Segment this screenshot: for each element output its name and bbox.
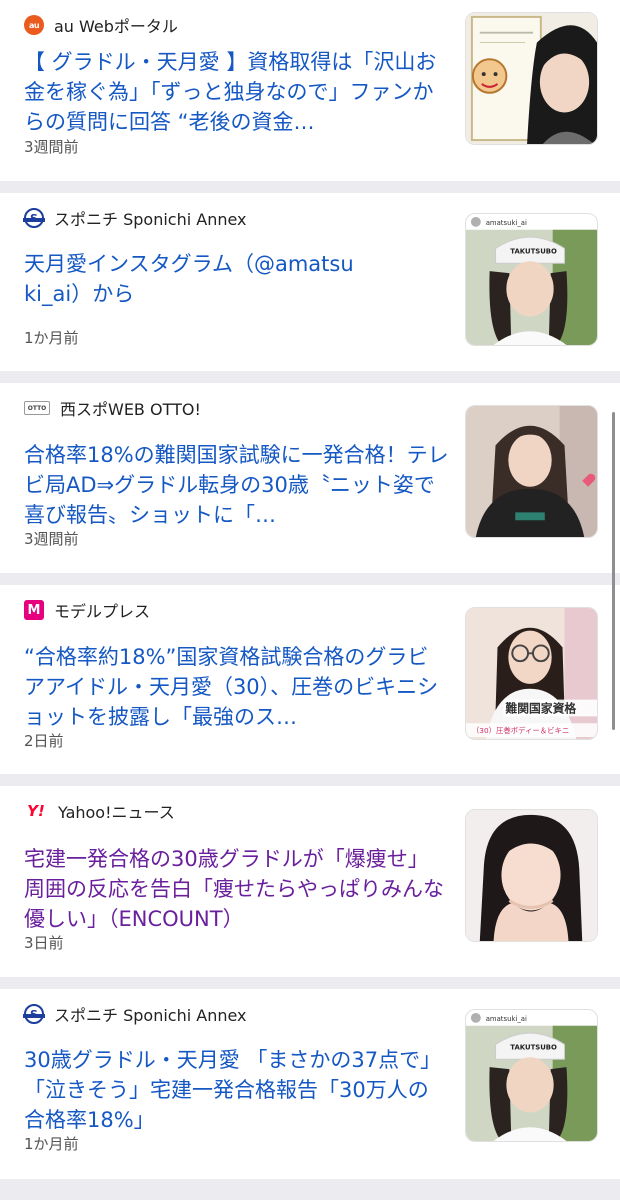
article-source[interactable]: OTTO 西スポWEB OTTO! <box>24 397 201 419</box>
source-name: au Webポータル <box>54 17 178 36</box>
article-source[interactable]: au au Webポータル <box>24 14 178 36</box>
yahoo-icon: Y! <box>27 802 45 820</box>
article-headline[interactable]: “合格率約18%”国家資格試験合格のグラビアアイドル・天月愛（30）、圧巻のビキ… <box>24 642 449 732</box>
scrollbar[interactable] <box>612 412 615 730</box>
source-name: モデルプレス <box>54 602 151 621</box>
article-thumbnail[interactable] <box>465 405 598 538</box>
news-card[interactable]: M モデルプレス “合格率約18%”国家資格試験合格のグラビアアイドル・天月愛（… <box>0 585 620 774</box>
news-card[interactable]: S スポニチ Sponichi Annex 30歳グラドル・天月愛 「まさかの3… <box>0 989 620 1179</box>
news-card[interactable]: Y! Yahoo!ニュース 宅建一発合格の30歳グラドルが「爆痩せ」 周囲の反応… <box>0 786 620 977</box>
source-name: Yahoo!ニュース <box>58 803 175 822</box>
article-source[interactable]: S スポニチ Sponichi Annex <box>23 1003 247 1025</box>
article-time: 3週間前 <box>24 138 79 156</box>
source-name: スポニチ Sponichi Annex <box>54 210 247 229</box>
article-thumbnail[interactable]: amatsuki_ai TAKUTSUBO <box>465 213 598 346</box>
article-thumbnail[interactable]: 難関国家資格 （30）圧巻ボディー＆ビキニ <box>465 607 598 740</box>
cap-text: TAKUTSUBO <box>510 1043 557 1051</box>
article-time: 3日前 <box>24 934 64 952</box>
overlay-caption-small: （30）圧巻ボディー＆ビキニ <box>472 726 569 735</box>
article-time: 2日前 <box>24 732 64 750</box>
news-card[interactable]: OTTO 西スポWEB OTTO! 合格率18%の難関国家試験に一発合格！テレビ… <box>0 383 620 573</box>
article-headline[interactable]: 30歳グラドル・天月愛 「まさかの37点で」「泣きそう」宅建一発合格報告「30万… <box>24 1045 449 1135</box>
hands-on-cheeks-portrait-image <box>466 810 597 941</box>
au-web-portal-icon: au <box>24 15 44 35</box>
source-name: 西スポWEB OTTO! <box>60 400 201 419</box>
news-card[interactable]: au au Webポータル 【 グラドル・天月愛 】資格取得は「沢山お金を稼ぐ為… <box>0 0 620 181</box>
article-source[interactable]: M モデルプレス <box>24 599 150 621</box>
glasses-portrait-image: 難関国家資格 （30）圧巻ボディー＆ビキニ <box>466 608 597 739</box>
article-source[interactable]: Y! Yahoo!ニュース <box>24 800 175 822</box>
article-source[interactable]: S スポニチ Sponichi Annex <box>23 207 247 229</box>
sponichi-icon: S <box>23 1004 45 1024</box>
instagram-handle: amatsuki_ai <box>486 219 527 227</box>
instagram-handle: amatsuki_ai <box>486 1015 527 1023</box>
news-card[interactable]: S スポニチ Sponichi Annex 天月愛インスタグラム（@amatsu… <box>0 193 620 371</box>
instagram-cap-portrait-image: amatsuki_ai TAKUTSUBO <box>466 214 597 345</box>
article-time: 1か月前 <box>24 329 79 347</box>
instagram-cap-portrait-image: amatsuki_ai TAKUTSUBO <box>466 1010 597 1141</box>
sponichi-icon: S <box>23 208 45 228</box>
cap-text: TAKUTSUBO <box>510 247 557 255</box>
article-thumbnail[interactable] <box>465 809 598 942</box>
portrait-with-certificate-image <box>466 13 597 144</box>
article-headline[interactable]: 合格率18%の難関国家試験に一発合格！テレビ局AD⇒グラドル転身の30歳〝ニット… <box>24 440 449 530</box>
article-headline[interactable]: 【 グラドル・天月愛 】資格取得は「沢山お金を稼ぐ為」「ずっと独身なので」ファン… <box>24 47 449 137</box>
article-headline[interactable]: 天月愛インスタグラム（@amatsuki_ai）から <box>24 249 354 309</box>
article-headline[interactable]: 宅建一発合格の30歳グラドルが「爆痩せ」 周囲の反応を告白「痩せたらやっぱりみん… <box>24 844 449 934</box>
article-time: 1か月前 <box>24 1135 79 1153</box>
article-thumbnail[interactable]: amatsuki_ai TAKUTSUBO <box>465 1009 598 1142</box>
modelpress-icon: M <box>24 600 44 620</box>
source-name: スポニチ Sponichi Annex <box>54 1006 247 1025</box>
article-thumbnail[interactable] <box>465 12 598 145</box>
overlay-caption-big: 難関国家資格 <box>505 701 576 715</box>
otto-icon: OTTO <box>24 401 50 415</box>
knit-outfit-portrait-image <box>466 406 597 537</box>
article-time: 3週間前 <box>24 530 79 548</box>
